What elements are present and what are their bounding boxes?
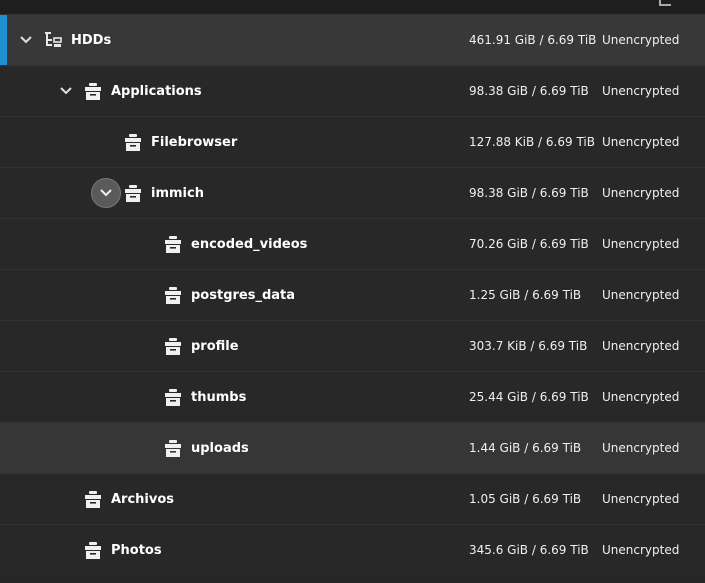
dataset-name: uploads [191,441,249,456]
used-space: 127.88 KiB / 6.69 TiB [469,135,595,149]
dataset-name: postgres_data [191,288,296,303]
encryption-status: Unencrypted [602,492,680,506]
used-space: 461.91 GiB / 6.69 TiB [469,33,597,47]
used-space: 98.38 GiB / 6.69 TiB [469,84,589,98]
tree-row-photos[interactable]: Photos 345.6 GiB / 6.69 TiB Unencrypted [0,524,705,575]
tree-row-filebrowser[interactable]: Filebrowser 127.88 KiB / 6.69 TiB Unencr… [0,116,705,167]
used-space: 98.38 GiB / 6.69 TiB [469,186,589,200]
used-space: 345.6 GiB / 6.69 TiB [469,543,589,557]
encryption-status: Unencrypted [602,33,680,47]
dataset-name: Archivos [111,492,175,507]
dataset-icon [123,183,143,203]
pool-tree-icon [43,30,63,50]
encryption-status: Unencrypted [602,390,680,404]
used-space: 70.26 GiB / 6.69 TiB [469,237,589,251]
header-strip [0,0,705,14]
used-space: 1.05 GiB / 6.69 TiB [469,492,582,506]
dataset-name: immich [151,186,204,201]
dataset-icon [163,234,183,254]
dataset-icon [123,132,143,152]
used-space: 25.44 GiB / 6.69 TiB [469,390,589,404]
tree-row-immich[interactable]: immich 98.38 GiB / 6.69 TiB Unencrypted [0,167,705,218]
encryption-status: Unencrypted [602,288,680,302]
dataset-tree: HDDs 461.91 GiB / 6.69 TiB Unencrypted A… [0,0,705,583]
dataset-icon [83,81,103,101]
dataset-icon [163,336,183,356]
dataset-name: profile [191,339,239,354]
dataset-name: HDDs [71,33,112,48]
tree-row-hdds[interactable]: HDDs 461.91 GiB / 6.69 TiB Unencrypted [0,14,705,65]
dataset-name: Photos [111,543,162,558]
dataset-icon [163,387,183,407]
sort-icon[interactable] [659,0,671,6]
tree-row-postgres-data[interactable]: postgres_data 1.25 GiB / 6.69 TiB Unencr… [0,269,705,320]
encryption-status: Unencrypted [602,441,680,455]
encryption-status: Unencrypted [602,84,680,98]
chevron-down-icon[interactable] [54,79,78,103]
encryption-status: Unencrypted [602,237,680,251]
used-space: 1.25 GiB / 6.69 TiB [469,288,582,302]
dataset-icon [83,489,103,509]
dataset-name: thumbs [191,390,247,405]
tree-row-encoded-videos[interactable]: encoded_videos 70.26 GiB / 6.69 TiB Unen… [0,218,705,269]
encryption-status: Unencrypted [602,186,680,200]
encryption-status: Unencrypted [602,543,680,557]
selection-indicator [0,15,7,65]
tree-row-uploads[interactable]: uploads 1.44 GiB / 6.69 TiB Unencrypted [0,422,705,473]
dataset-icon [163,285,183,305]
used-space: 303.7 KiB / 6.69 TiB [469,339,588,353]
chevron-down-icon[interactable] [14,28,38,52]
tree-row-archivos[interactable]: Archivos 1.05 GiB / 6.69 TiB Unencrypted [0,473,705,524]
dataset-name: encoded_videos [191,237,308,252]
chevron-down-icon[interactable] [91,178,121,208]
dataset-name: Filebrowser [151,135,238,150]
used-space: 1.44 GiB / 6.69 TiB [469,441,582,455]
dataset-icon [163,438,183,458]
tree-row-profile[interactable]: profile 303.7 KiB / 6.69 TiB Unencrypted [0,320,705,371]
dataset-icon [83,540,103,560]
tree-row-applications[interactable]: Applications 98.38 GiB / 6.69 TiB Unencr… [0,65,705,116]
tree-row-thumbs[interactable]: thumbs 25.44 GiB / 6.69 TiB Unencrypted [0,371,705,422]
encryption-status: Unencrypted [602,135,680,149]
encryption-status: Unencrypted [602,339,680,353]
dataset-name: Applications [111,84,202,99]
